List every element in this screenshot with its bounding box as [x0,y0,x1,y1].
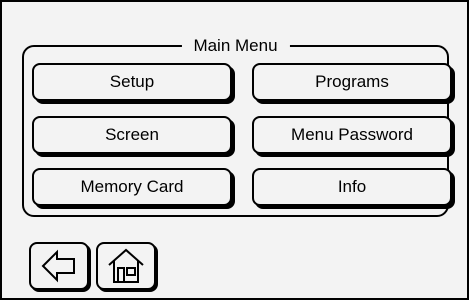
info-button[interactable]: Info [252,168,452,206]
memory-card-button[interactable]: Memory Card [32,168,232,206]
home-icon [108,248,144,283]
home-button[interactable] [96,242,156,290]
hmi-screen: Main Menu Setup Programs Screen Menu Pas… [0,0,469,300]
main-menu-title: Main Menu [181,34,290,58]
programs-button[interactable]: Programs [252,63,452,101]
setup-button[interactable]: Setup [32,63,232,101]
back-button[interactable] [29,242,89,290]
screen-button[interactable]: Screen [32,116,232,154]
left-arrow-icon [41,249,75,283]
menu-password-button[interactable]: Menu Password [252,116,452,154]
